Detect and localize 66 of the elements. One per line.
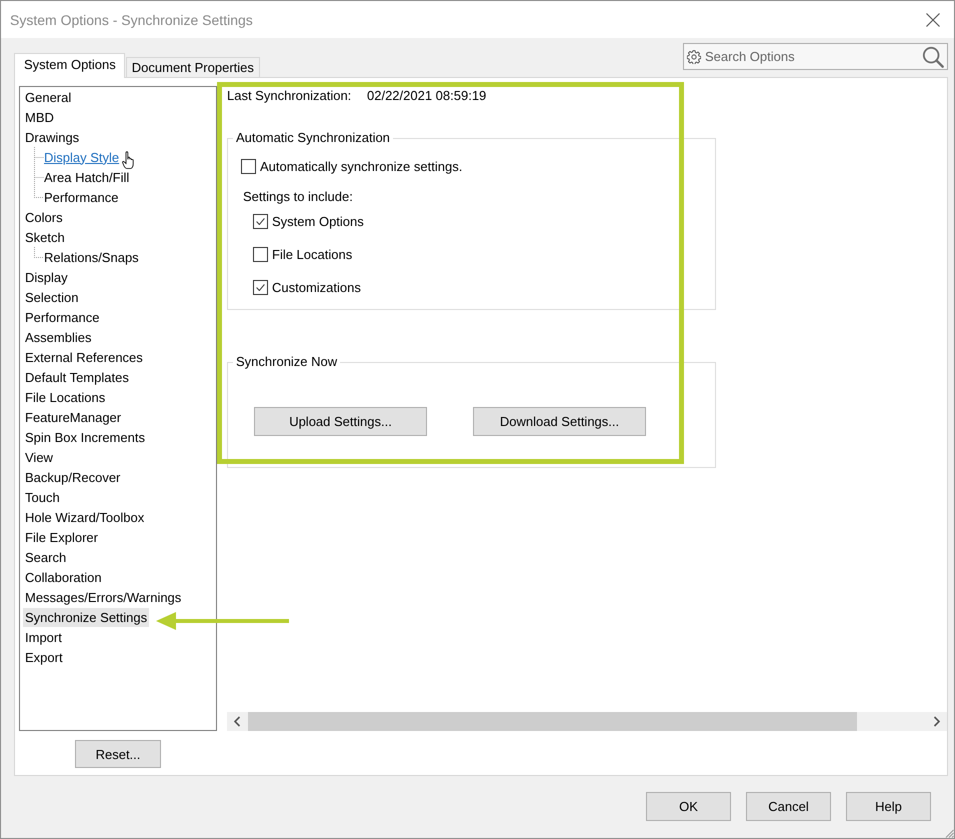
checkbox[interactable] [253,246,268,262]
tree-item[interactable]: Area Hatch/Fill [42,168,132,186]
resize-grip-icon[interactable] [944,828,954,838]
tree-branch-line [34,147,44,167]
tree-branch-line [34,247,44,258]
tree-item[interactable]: File Locations [23,388,108,406]
checkbox-label[interactable]: File Locations [272,246,352,262]
dialog-button[interactable]: Help [846,792,931,821]
tree-item[interactable]: Performance [42,188,120,206]
field-label: Last Synchronization: [227,87,352,105]
checkbox-label[interactable]: System Options [272,214,364,228]
tree-item[interactable]: FeatureManager [23,408,124,426]
tree-item[interactable]: Hole Wizard/Toolbox [23,508,146,526]
search-field[interactable]: Search Options [683,43,948,70]
tree-item[interactable]: MBD [23,108,56,126]
tree-item[interactable]: Spin Box Increments [23,428,147,446]
gear-icon [687,50,701,64]
checkbox[interactable] [241,158,256,174]
checkbox-label[interactable]: Customizations [272,280,361,294]
section-label: Settings to include: [243,188,354,206]
group-title: Synchronize Now [235,354,338,370]
tree-item[interactable]: Display [23,268,70,286]
tree-item[interactable]: Collaboration [23,568,104,586]
tree-item[interactable]: Sketch [23,228,67,246]
tab[interactable]: Document Properties [126,57,260,77]
scrollbar-thumb[interactable] [248,712,857,731]
tree-item[interactable]: Synchronize Settings [23,608,150,626]
tree-item[interactable]: Default Templates [23,368,131,386]
checkmark-icon [256,218,265,224]
action-button[interactable]: Download Settings... [473,407,646,436]
tree-item[interactable]: Selection [23,288,80,306]
tree-item[interactable]: Backup/Recover [23,468,122,486]
tree-item[interactable]: General [23,88,74,106]
tree-item[interactable]: Touch [23,488,62,506]
tree-item[interactable]: Display Style [42,148,122,166]
tree-item[interactable]: External References [23,348,145,366]
tree-item[interactable]: Assemblies [23,328,94,346]
tree-item[interactable]: Import [23,628,64,646]
tree-item[interactable]: Export [23,648,65,666]
chevron-left-icon[interactable] [234,716,241,727]
search-input[interactable]: Search Options [705,49,922,64]
tree-item[interactable]: Relations/Snaps [42,248,141,266]
checkbox-label[interactable]: Automatically synchronize settings. [260,158,462,174]
action-button[interactable]: Upload Settings... [254,407,427,436]
tree-item[interactable]: Performance [23,308,102,326]
horizontal-scrollbar[interactable] [227,712,947,731]
reset-button[interactable]: Reset... [75,740,161,768]
checkbox[interactable] [253,280,268,294]
checkmark-icon [256,284,265,290]
dialog-button[interactable]: OK [646,792,731,821]
close-icon[interactable] [926,12,940,26]
dialog-button[interactable]: Cancel [746,792,831,821]
chevron-right-icon[interactable] [933,716,940,727]
search-icon[interactable] [922,46,944,68]
tree-item[interactable]: Messages/Errors/Warnings [23,588,184,606]
sync-timestamp: 02/22/2021 08:59:19 [367,87,486,105]
tree-item[interactable]: File Explorer [23,528,100,546]
hand-cursor-icon [122,151,135,170]
tab[interactable]: System Options [14,53,125,78]
tree-item[interactable]: Drawings [23,128,82,146]
tree-item[interactable]: Search [23,548,68,566]
group-title: Automatic Synchronization [235,130,391,146]
tree-item[interactable]: View [23,448,55,466]
tree-item[interactable]: Colors [23,208,65,226]
window-title: System Options - Synchronize Settings [10,12,254,28]
checkbox[interactable] [253,214,268,228]
